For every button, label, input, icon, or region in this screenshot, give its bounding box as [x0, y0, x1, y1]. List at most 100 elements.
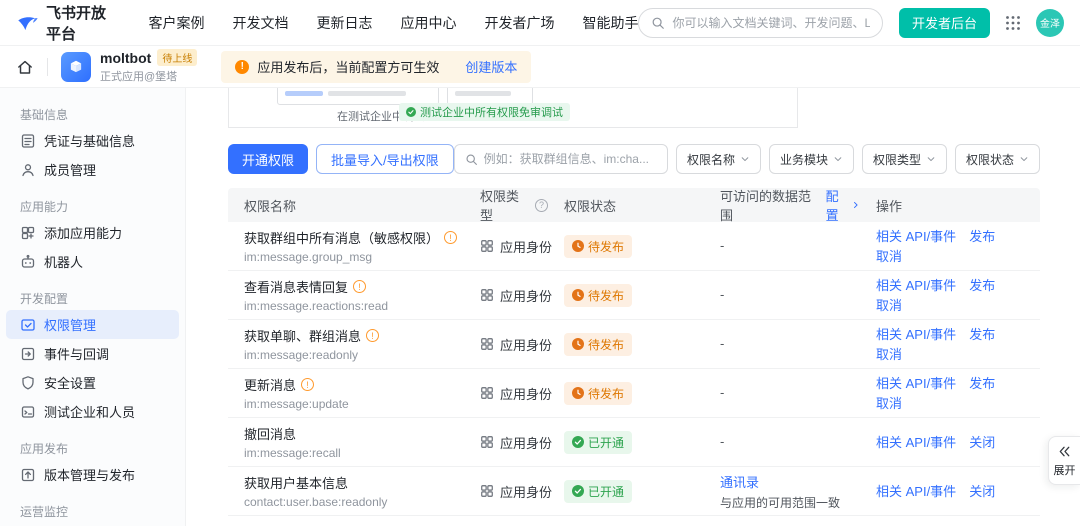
batch-import-export-button[interactable]: 批量导入/导出权限 [316, 144, 454, 174]
open-permission-button[interactable]: 开通权限 [228, 144, 309, 174]
global-search-input[interactable] [672, 15, 870, 30]
nav-item-2[interactable]: 开发文档 [232, 13, 288, 33]
row-actions: 相关 API/事件 发布取消 [860, 373, 1040, 413]
pending-clock-icon [572, 240, 584, 252]
robot-icon [20, 254, 36, 270]
row-actions: 相关 API/事件 发布取消 [860, 226, 1040, 266]
app-logo[interactable] [61, 51, 91, 82]
nav-item-1[interactable]: 客户案例 [148, 13, 204, 33]
sidebar-item-events-callbacks[interactable]: 事件与回调 [6, 339, 179, 368]
scope-value: - [720, 434, 725, 449]
developer-console-button[interactable]: 开发者后台 [898, 7, 990, 38]
permission-name: 查看消息表情回复! [244, 277, 464, 296]
nav-item-4[interactable]: 应用中心 [400, 13, 456, 33]
sensitive-info-icon[interactable]: ! [353, 280, 367, 293]
col-header-type: 权限类型 ? [464, 186, 548, 224]
app-meta: moltbot 待上线 正式应用@堡塔 [100, 49, 198, 84]
nav-item-5[interactable]: 开发者广场 [484, 13, 554, 33]
sidebar-item-permissions[interactable]: 权限管理 [6, 310, 179, 339]
home-icon[interactable] [16, 58, 34, 76]
divider [47, 57, 48, 76]
app-status-badge: 待上线 [157, 49, 198, 66]
row-actions: 相关 API/事件 关闭 [860, 481, 1040, 501]
active-check-icon [572, 485, 584, 497]
sidebar-item-label: 安全设置 [44, 376, 97, 391]
table-body: 获取群组中所有消息（敏感权限）! im:message.group_msg 应用身份… [228, 222, 1040, 516]
nav-item-6[interactable]: 智能助手 [582, 13, 638, 33]
row-action-related-api[interactable]: 相关 API/事件 [876, 484, 956, 499]
row-action-related-api[interactable]: 相关 API/事件 [876, 229, 956, 244]
double-chevron-left-icon [1057, 444, 1072, 459]
sensitive-info-icon[interactable]: ! [301, 378, 315, 391]
row-action-cancel[interactable]: 取消 [876, 249, 902, 264]
permissions-toolbar: 开通权限 批量导入/导出权限 权限名称业务模块权限类型权限状态 [228, 144, 1040, 174]
row-action-publish[interactable]: 发布 [969, 376, 995, 391]
permission-search[interactable] [453, 144, 668, 174]
sidebar-item-add-capability[interactable]: 添加应用能力 [6, 218, 179, 247]
pending-clock-icon [572, 289, 584, 301]
row-action-publish[interactable]: 发布 [969, 278, 995, 293]
sidebar-section-title: 应用能力 [20, 199, 69, 214]
status-badge: 待发布 [564, 332, 633, 356]
create-version-link[interactable]: 创建版本 [465, 57, 517, 76]
permission-type: 应用身份 [480, 335, 552, 354]
app-name: moltbot [100, 49, 152, 66]
row-action-close[interactable]: 关闭 [969, 484, 995, 499]
main-content: 在测试企业中调试 测试企业中所有权限免审调试 开通权限 批量导入/导出权限 权限… [186, 88, 1080, 526]
permission-name: 更新消息! [244, 375, 464, 394]
row-action-cancel[interactable]: 取消 [876, 298, 902, 313]
col-header-actions: 操作 [876, 198, 903, 214]
app-subtitle: 正式应用@堡塔 [100, 71, 178, 83]
permission-search-input[interactable] [483, 152, 657, 166]
nav-item-3[interactable]: 更新日志 [316, 13, 372, 33]
filter-status[interactable]: 权限状态 [954, 144, 1040, 174]
banner-text: 应用发布后，当前配置方可生效 [257, 60, 440, 75]
table-row: 查看消息表情回复! im:message.reactions:read 应用身份 待发… [228, 271, 1040, 320]
scope-config-link[interactable]: 配置 [826, 186, 860, 224]
avatar[interactable]: 金泽 [1036, 8, 1064, 37]
row-action-cancel[interactable]: 取消 [876, 347, 902, 362]
global-search[interactable] [638, 7, 883, 38]
scope-value: - [720, 287, 725, 302]
apps-grid-icon[interactable] [1004, 14, 1022, 32]
sidebar-item-version-release[interactable]: 版本管理与发布 [6, 460, 179, 489]
sidebar-item-test-org[interactable]: 测试企业和人员 [6, 397, 179, 426]
row-action-publish[interactable]: 发布 [969, 327, 995, 342]
scope-link[interactable]: 通讯录 [720, 472, 860, 491]
filter-module[interactable]: 业务模块 [768, 144, 854, 174]
sidebar-item-label: 权限管理 [44, 318, 97, 333]
sidebar-item-label: 机器人 [44, 255, 84, 270]
top-navbar: 飞书开放平台 客户案例 开发文档 更新日志 应用中心 开发者广场 智能助手 开发者后台 金… [0, 0, 1080, 46]
sidebar-section-title: 开发配置 [20, 291, 69, 306]
filter-name[interactable]: 权限名称 [675, 144, 761, 174]
events-callbacks-icon [20, 346, 36, 362]
permission-code: im:message.group_msg [244, 250, 373, 264]
row-action-related-api[interactable]: 相关 API/事件 [876, 327, 956, 342]
sidebar-item-robot[interactable]: 机器人 [6, 247, 179, 276]
app-identity-icon [480, 435, 494, 449]
sensitive-info-icon[interactable]: ! [366, 329, 380, 342]
row-action-related-api[interactable]: 相关 API/事件 [876, 376, 956, 391]
expand-label: 展开 [1053, 465, 1076, 477]
row-action-related-api[interactable]: 相关 API/事件 [876, 278, 956, 293]
permission-code: im:message:recall [244, 446, 341, 460]
sensitive-info-icon[interactable]: ! [444, 231, 458, 244]
filter-type[interactable]: 权限类型 [861, 144, 947, 174]
expand-panel-button[interactable]: 展开 [1048, 436, 1080, 485]
type-info-icon[interactable]: ? [535, 198, 548, 212]
feishu-logo-icon [16, 12, 38, 34]
sidebar-item-label: 凭证与基础信息 [44, 134, 136, 149]
sidebar-item-security-settings[interactable]: 安全设置 [6, 368, 179, 397]
sidebar-item-credentials[interactable]: 凭证与基础信息 [6, 126, 179, 155]
row-action-related-api[interactable]: 相关 API/事件 [876, 435, 956, 450]
add-capability-icon [20, 225, 36, 241]
table-row: 获取群组中所有消息（敏感权限）! im:message.group_msg 应用身份… [228, 222, 1040, 271]
row-action-close[interactable]: 关闭 [969, 435, 995, 450]
brand[interactable]: 飞书开放平台 [16, 2, 118, 44]
permission-name: 撤回消息 [244, 427, 297, 442]
sidebar-item-members[interactable]: 成员管理 [6, 155, 179, 184]
row-action-publish[interactable]: 发布 [969, 229, 995, 244]
row-action-cancel[interactable]: 取消 [876, 396, 902, 411]
scope-value: - [720, 385, 725, 400]
pending-clock-icon [572, 387, 584, 399]
